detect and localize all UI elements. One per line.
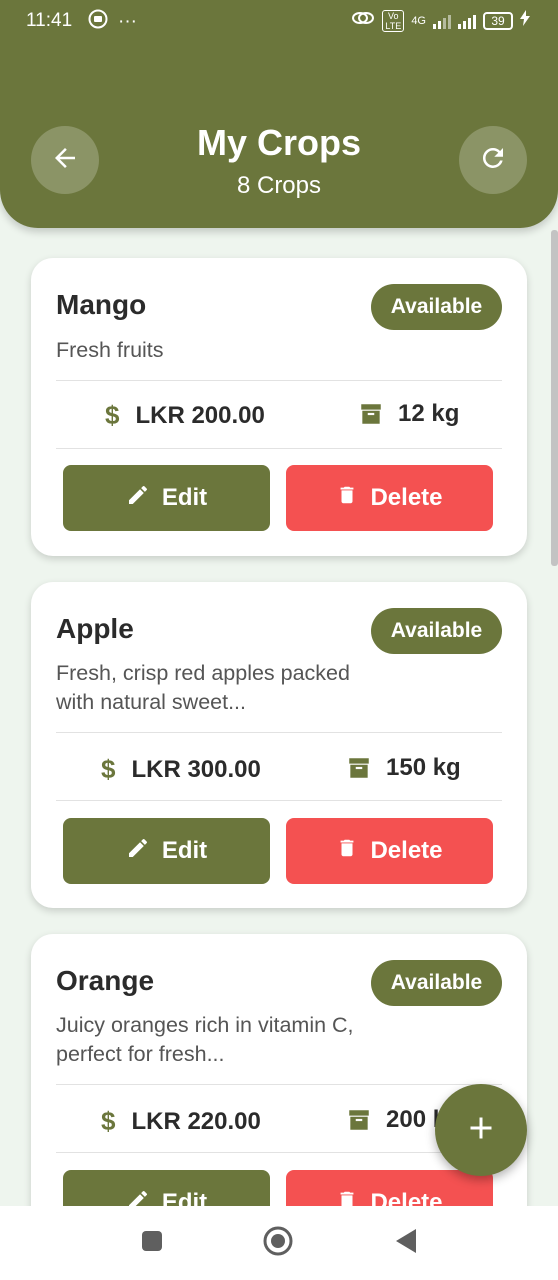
edit-label: Edit [161,484,208,511]
system-nav-bar [0,1206,558,1280]
battery-level: 39 [491,14,505,28]
crop-price: LKR 300.00 [131,755,261,783]
volte-icon: Vo LTE [382,10,405,32]
crop-name: Mango [56,289,147,320]
crop-list: Mango Available Fresh fruits $ LKR 200.0… [0,228,558,1206]
battery-icon: 39 [483,12,513,30]
crop-name: Orange [56,965,155,996]
crop-card: Mango Available Fresh fruits $ LKR 200.0… [31,258,527,556]
delete-label: Delete [370,1189,443,1206]
crop-description: Fresh fruits [56,338,164,362]
archive-box-icon [346,755,372,781]
dollar-icon: $ [105,400,120,430]
divider [56,732,502,733]
archive-box-icon [358,401,384,427]
recents-button[interactable] [137,1228,167,1258]
dollar-icon: $ [101,1106,116,1136]
plus-icon [463,1110,499,1151]
app-header: 11:41 ··· Vo LTE 4G 39 My Crops 8 Crops [0,0,558,228]
square-icon [140,1229,164,1258]
crops-screen: 11:41 ··· Vo LTE 4G 39 My Crops 8 Crops … [0,0,558,1280]
edit-button[interactable]: Edit [63,465,270,531]
trash-icon [336,1188,358,1206]
crop-price: LKR 200.00 [135,401,265,429]
crop-quantity: 150 kg [386,754,461,781]
trash-icon [336,836,358,867]
trash-icon [336,483,358,514]
pencil-icon [126,836,150,867]
dollar-icon: $ [101,754,116,784]
status-time: 11:41 [26,10,73,31]
status-badge: Available [371,608,502,654]
status-bar: 11:41 ··· Vo LTE 4G 39 [0,0,558,44]
crop-price: LKR 220.00 [131,1107,261,1135]
price-stat: $ LKR 220.00 [101,1106,261,1137]
crop-card: Apple Available Fresh, crisp red apples … [31,582,527,908]
price-stat: $ LKR 200.00 [105,400,265,431]
divider [56,800,502,801]
refresh-icon [478,143,508,178]
divider [56,1084,502,1085]
delete-label: Delete [370,484,443,511]
add-crop-button[interactable] [435,1084,527,1176]
archive-box-icon [346,1107,372,1133]
divider [56,448,502,449]
signal-strength-icon [433,13,451,29]
pencil-icon [126,1188,150,1206]
pencil-icon [126,483,150,514]
price-stat: $ LKR 300.00 [101,754,261,785]
network-type-label: 4G [411,15,426,27]
delete-label: Delete [370,837,443,864]
refresh-button[interactable] [459,126,527,194]
edit-button[interactable]: Edit [63,1170,270,1206]
link-icon [351,9,375,33]
delete-button[interactable]: Delete [286,1170,493,1206]
crop-quantity: 12 kg [398,400,460,427]
divider [56,1152,502,1153]
back-nav-button[interactable] [391,1228,421,1258]
home-button[interactable] [263,1226,293,1258]
scrollbar[interactable] [551,230,558,566]
media-indicator-icon [88,9,108,35]
quantity-stat: 150 kg [346,754,461,782]
status-badge: Available [371,960,502,1006]
home-circle-icon [262,1225,294,1262]
quantity-stat: 12 kg [358,400,459,428]
edit-button[interactable]: Edit [63,818,270,884]
delete-button[interactable]: Delete [286,818,493,884]
divider [56,380,502,381]
crop-name: Apple [56,613,134,644]
edit-label: Edit [161,837,208,864]
crop-description: Fresh, crisp red apples packed with natu… [56,661,350,714]
status-badge: Available [371,284,502,330]
crop-description: Juicy oranges rich in vitamin C, perfect… [56,1013,354,1066]
more-notifications-icon: ··· [118,11,137,32]
delete-button[interactable]: Delete [286,465,493,531]
signal-strength-2-icon [458,13,476,29]
edit-label: Edit [161,1189,208,1206]
charging-icon [520,10,530,32]
triangle-back-icon [394,1228,418,1259]
